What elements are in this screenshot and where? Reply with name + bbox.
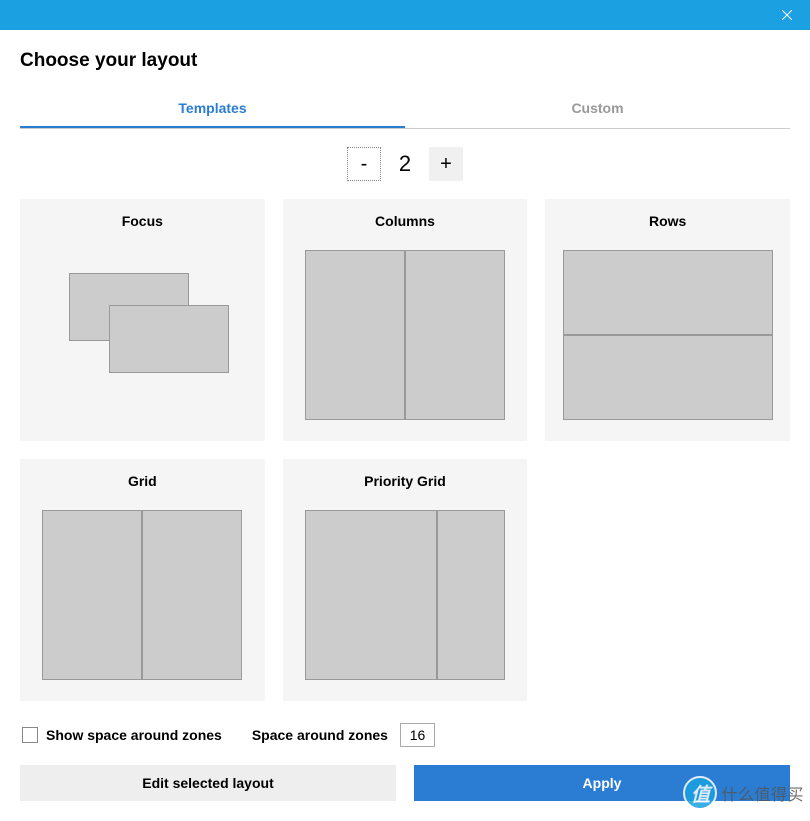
column-zone-1 xyxy=(305,250,405,420)
template-rows[interactable]: Rows xyxy=(545,199,790,441)
zone-count-value: 2 xyxy=(395,151,415,177)
buttons-row: Edit selected layout Apply xyxy=(20,765,790,801)
show-space-label: Show space around zones xyxy=(46,727,222,743)
template-title-grid: Grid xyxy=(34,473,251,489)
watermark-text: 什么值得买 xyxy=(721,781,804,805)
priority-zone-side xyxy=(437,510,505,680)
priority-zone-main xyxy=(305,510,437,680)
preview-priority-grid xyxy=(297,503,514,687)
watermark-badge-icon: 值 xyxy=(683,776,717,810)
grid-zone-2 xyxy=(142,510,242,680)
space-around-input[interactable] xyxy=(400,723,435,747)
templates-grid: Focus Columns Rows xyxy=(20,199,790,701)
preview-columns xyxy=(297,243,514,427)
content-area: Choose your layout Templates Custom - 2 … xyxy=(0,30,810,821)
template-title-rows: Rows xyxy=(559,213,776,229)
space-around-label: Space around zones xyxy=(252,727,388,743)
template-title-columns: Columns xyxy=(297,213,514,229)
preview-grid xyxy=(34,503,251,687)
row-zone-2 xyxy=(563,335,773,420)
zone-counter: - 2 + xyxy=(20,147,790,181)
template-priority-grid[interactable]: Priority Grid xyxy=(283,459,528,701)
zone-increment-button[interactable]: + xyxy=(429,147,463,181)
template-title-priority-grid: Priority Grid xyxy=(297,473,514,489)
focus-zone-2 xyxy=(109,305,229,373)
tab-custom[interactable]: Custom xyxy=(405,92,790,128)
edit-layout-button[interactable]: Edit selected layout xyxy=(20,765,396,801)
close-button[interactable] xyxy=(764,0,810,30)
titlebar xyxy=(0,0,810,30)
options-row: Show space around zones Space around zon… xyxy=(20,723,790,747)
template-grid[interactable]: Grid xyxy=(20,459,265,701)
preview-focus xyxy=(34,243,251,427)
preview-rows xyxy=(559,243,776,427)
tabs: Templates Custom xyxy=(20,92,790,129)
close-icon xyxy=(782,10,792,20)
tab-templates[interactable]: Templates xyxy=(20,92,405,128)
template-title-focus: Focus xyxy=(34,213,251,229)
template-focus[interactable]: Focus xyxy=(20,199,265,441)
space-around-wrap: Space around zones xyxy=(252,723,435,747)
grid-zone-1 xyxy=(42,510,142,680)
show-space-checkbox-wrap[interactable]: Show space around zones xyxy=(22,727,222,743)
page-title: Choose your layout xyxy=(20,50,790,72)
column-zone-2 xyxy=(405,250,505,420)
row-zone-1 xyxy=(563,250,773,335)
watermark: 值 什么值得买 xyxy=(683,776,804,810)
zone-decrement-button[interactable]: - xyxy=(347,147,381,181)
template-columns[interactable]: Columns xyxy=(283,199,528,441)
show-space-checkbox[interactable] xyxy=(22,727,38,743)
